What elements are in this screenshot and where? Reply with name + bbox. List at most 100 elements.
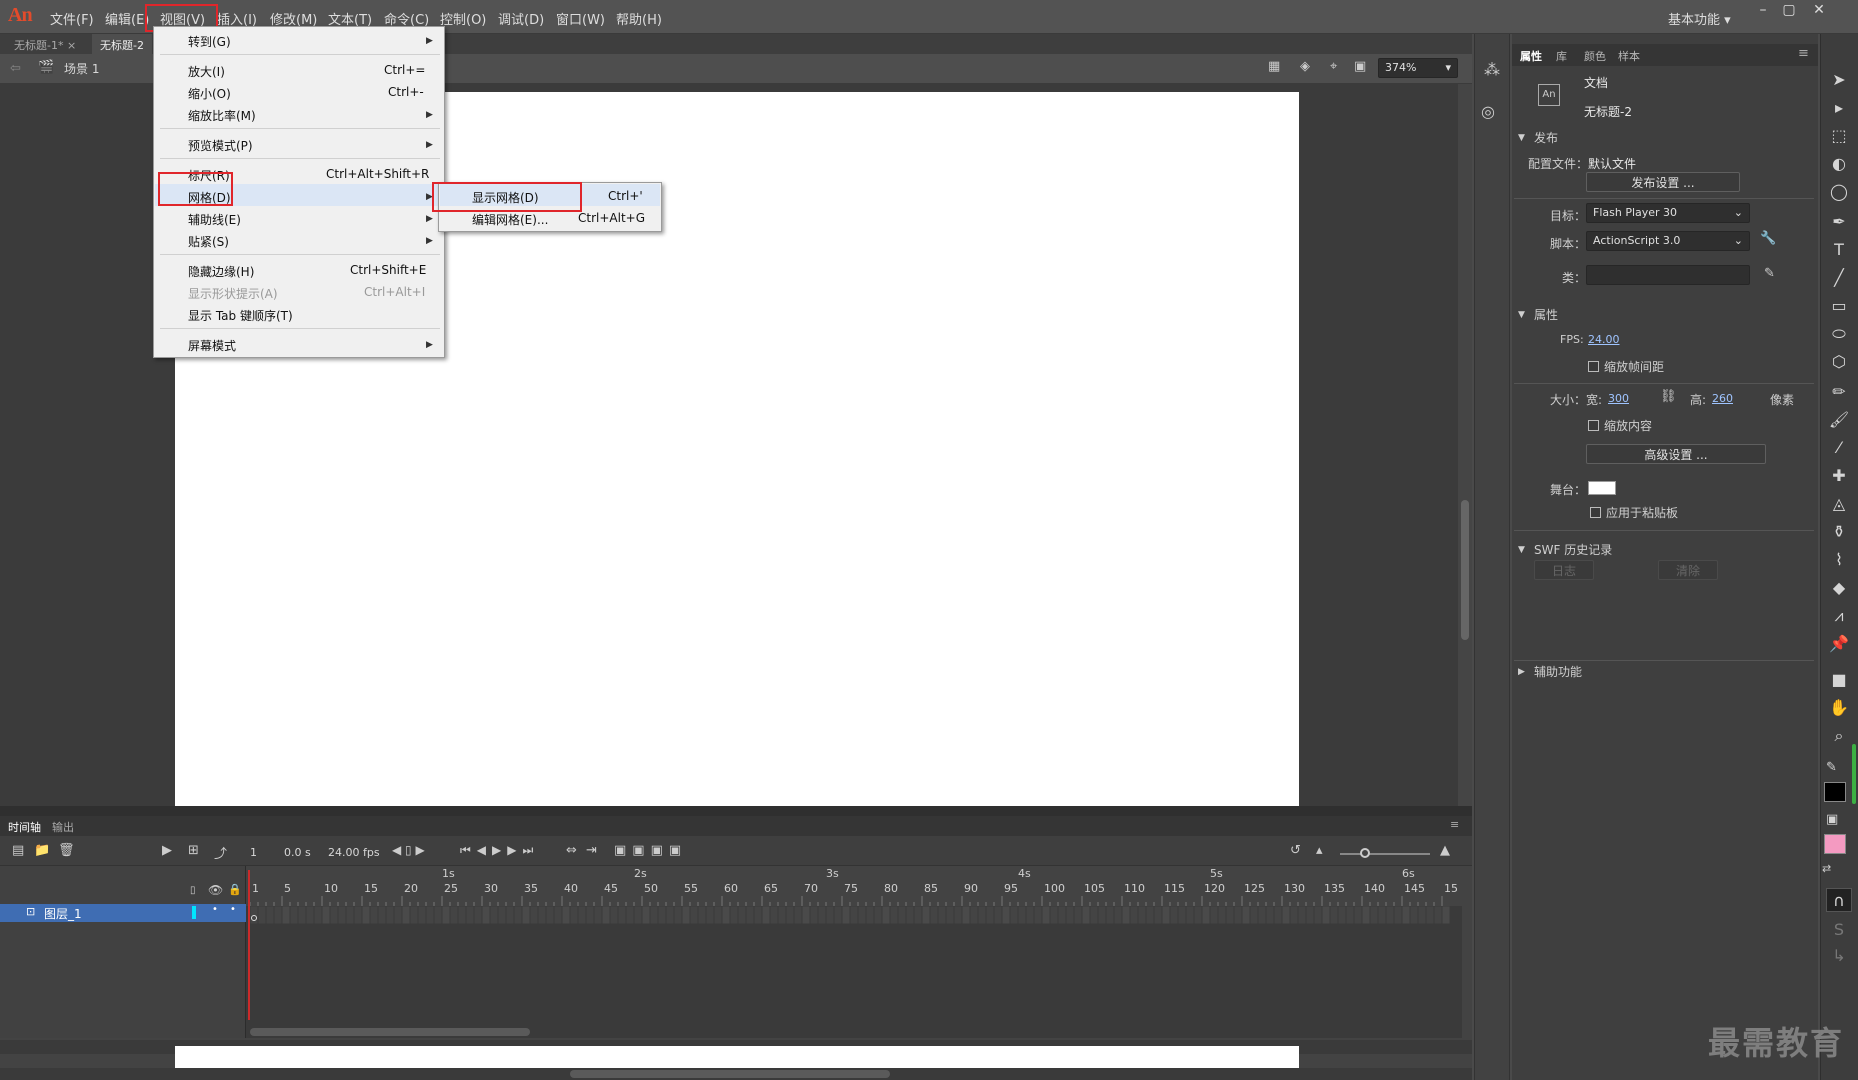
menu-screen-mode[interactable]: 屏幕模式 xyxy=(188,337,236,354)
tab-swatches[interactable]: 样本 xyxy=(1618,48,1640,64)
stage-color-swatch[interactable] xyxy=(1588,481,1616,495)
zoom-tool-icon[interactable]: ⌕ xyxy=(1826,724,1852,748)
vertical-scroll-thumb[interactable] xyxy=(1461,500,1469,640)
scale-up-icon[interactable]: ▲ xyxy=(1440,843,1450,858)
clear-button[interactable]: 清除 xyxy=(1658,560,1718,580)
pencil-edit-icon[interactable]: ✎ xyxy=(1764,266,1775,281)
link-icon[interactable]: ⛓ xyxy=(1660,389,1677,404)
advanced-settings-button[interactable]: 高级设置 ... xyxy=(1586,444,1766,464)
frame-cell[interactable] xyxy=(1033,905,1043,925)
frame-cell[interactable] xyxy=(713,905,723,925)
frame-cell[interactable] xyxy=(1129,905,1139,925)
height-value[interactable]: 260 xyxy=(1712,392,1733,405)
tab-library[interactable]: 库 xyxy=(1556,48,1567,64)
menu-edit[interactable]: 编辑(E) xyxy=(105,9,149,28)
center-stage-icon[interactable]: ⌖ xyxy=(1330,59,1337,74)
frame-cell[interactable] xyxy=(257,905,267,925)
cc-libraries-icon[interactable]: ◎ xyxy=(1481,102,1495,121)
frame-cell[interactable] xyxy=(561,905,571,925)
frame-cell[interactable] xyxy=(649,905,659,925)
text-tool-icon[interactable]: T xyxy=(1826,238,1852,262)
frame-cell[interactable] xyxy=(697,905,707,925)
frame-cell[interactable] xyxy=(961,905,971,925)
frame-cell[interactable] xyxy=(1057,905,1067,925)
transport-controls[interactable]: ⏮◀▶▶⏭ xyxy=(460,843,539,858)
frame-cell[interactable] xyxy=(833,905,843,925)
frame-cell[interactable] xyxy=(1185,905,1195,925)
frame-cell[interactable] xyxy=(1305,905,1315,925)
frame-cell[interactable] xyxy=(1433,905,1443,925)
current-time[interactable]: 0.0 s xyxy=(284,846,311,859)
frame-cell[interactable] xyxy=(1345,905,1355,925)
frame-cell[interactable] xyxy=(1321,905,1331,925)
frame-cell[interactable] xyxy=(1353,905,1363,925)
frame-cell[interactable] xyxy=(873,905,883,925)
frame-cell[interactable] xyxy=(857,905,867,925)
frame-cell[interactable] xyxy=(633,905,643,925)
frame-cell[interactable] xyxy=(1073,905,1083,925)
motion-presets-icon[interactable]: ⁂ xyxy=(1484,60,1500,79)
frame-cell[interactable] xyxy=(809,905,819,925)
frame-cell[interactable] xyxy=(1401,905,1411,925)
new-layer-icon[interactable]: ▤ xyxy=(12,843,24,858)
minimize-icon[interactable]: – xyxy=(1750,2,1776,22)
frame-cell[interactable] xyxy=(1209,905,1219,925)
frame-cell[interactable] xyxy=(497,905,507,925)
frame-cell[interactable] xyxy=(473,905,483,925)
frame-cell[interactable] xyxy=(817,905,827,925)
outline-toggle-icon[interactable]: ▯ xyxy=(190,885,196,896)
scale-spans-checkbox[interactable] xyxy=(1588,361,1599,372)
frame-cell[interactable] xyxy=(1153,905,1163,925)
menu-goto[interactable]: 转到(G) xyxy=(188,33,231,50)
frame-cell[interactable] xyxy=(801,905,811,925)
frame-cell[interactable] xyxy=(313,905,323,925)
frame-cell[interactable] xyxy=(1265,905,1275,925)
frame-cell[interactable] xyxy=(1225,905,1235,925)
frame-cell[interactable] xyxy=(841,905,851,925)
stroke-color-swatch[interactable] xyxy=(1824,782,1846,802)
frame-cell[interactable] xyxy=(1121,905,1131,925)
frame-cell[interactable] xyxy=(657,905,667,925)
menu-control[interactable]: 控制(O) xyxy=(440,9,486,28)
frame-cell[interactable] xyxy=(1425,905,1435,925)
frame-cell[interactable] xyxy=(777,905,787,925)
frame-rate[interactable]: 24.00 fps xyxy=(328,846,380,859)
snap-to-objects-icon[interactable]: ∩ xyxy=(1826,888,1852,912)
frame-cell[interactable] xyxy=(321,905,331,925)
frame-cell[interactable] xyxy=(617,905,627,925)
frame-cell[interactable] xyxy=(265,905,275,925)
tab-untitled-2[interactable]: 无标题-2 xyxy=(92,34,152,54)
frame-cell[interactable] xyxy=(1417,905,1427,925)
frame-cell[interactable] xyxy=(569,905,579,925)
frame-cell[interactable] xyxy=(345,905,355,925)
frame-cell[interactable] xyxy=(881,905,891,925)
menu-snapping[interactable]: 贴紧(S) xyxy=(188,233,229,250)
close-icon[interactable]: ✕ xyxy=(1806,2,1832,22)
layer-name[interactable]: 图层_1 xyxy=(44,905,82,922)
panel-menu-icon[interactable]: ≡ xyxy=(1798,46,1809,61)
slider-thumb[interactable] xyxy=(1360,848,1370,858)
frame-cell[interactable] xyxy=(625,905,635,925)
frame-cell[interactable] xyxy=(281,905,291,925)
frame-cell[interactable] xyxy=(441,905,451,925)
frame-cell[interactable] xyxy=(1089,905,1099,925)
brush-tool-icon[interactable]: ⁄ xyxy=(1826,436,1852,460)
frame-cell[interactable] xyxy=(1289,905,1299,925)
frame-cell[interactable] xyxy=(385,905,395,925)
frame-cell[interactable] xyxy=(1113,905,1123,925)
frame-cell[interactable] xyxy=(921,905,931,925)
frame-cell[interactable] xyxy=(609,905,619,925)
main-scroll-thumb[interactable] xyxy=(570,1070,890,1078)
frame-cell[interactable] xyxy=(545,905,555,925)
frame-cell[interactable] xyxy=(1009,905,1019,925)
frame-cell[interactable] xyxy=(977,905,987,925)
frame-cell[interactable] xyxy=(705,905,715,925)
tab-properties[interactable]: 属性 xyxy=(1520,48,1542,64)
frame-cell[interactable] xyxy=(1233,905,1243,925)
tab-output[interactable]: 输出 xyxy=(52,819,74,835)
line-tool-icon[interactable]: ╱ xyxy=(1826,266,1852,290)
scale-content-checkbox[interactable] xyxy=(1588,420,1599,431)
frame-cell[interactable] xyxy=(1297,905,1307,925)
frame-cell[interactable] xyxy=(289,905,299,925)
frame-cell[interactable] xyxy=(1017,905,1027,925)
